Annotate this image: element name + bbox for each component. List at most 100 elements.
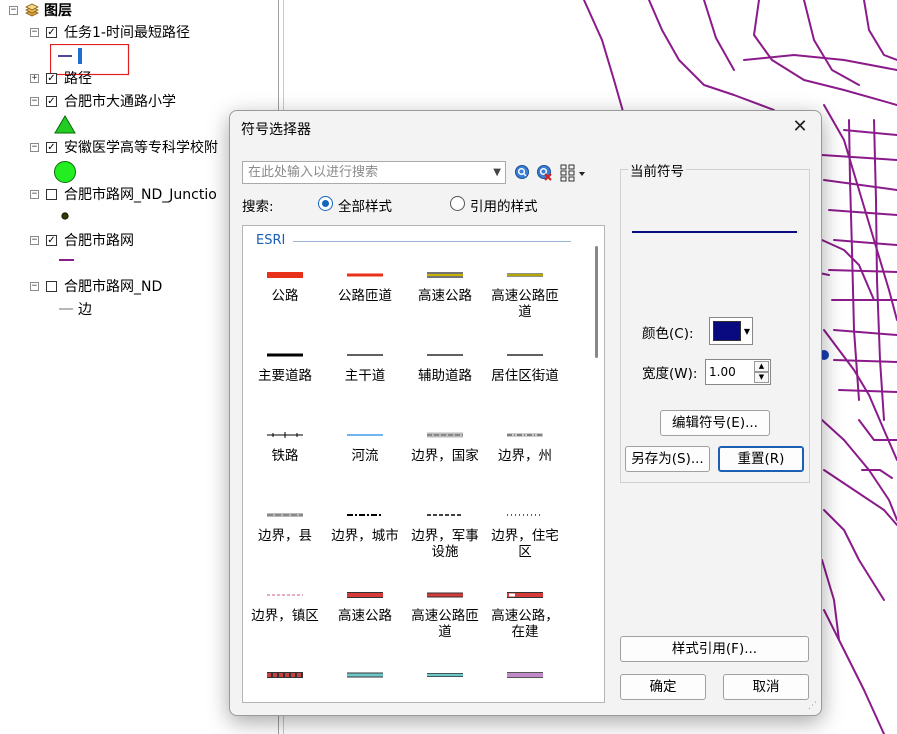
- symbol-cell[interactable]: 边界，住宅 区: [485, 482, 565, 562]
- resize-grip-icon[interactable]: ⋰: [808, 702, 818, 712]
- radio-referenced-styles[interactable]: [450, 196, 465, 211]
- collapse-icon[interactable]: −: [30, 27, 39, 37]
- width-input[interactable]: [709, 363, 749, 381]
- search-input[interactable]: [243, 162, 483, 183]
- symbol-swatch: [485, 588, 565, 598]
- symbol-cell[interactable]: 边界，县: [245, 482, 325, 562]
- collapse-icon[interactable]: −: [30, 235, 39, 245]
- symbol-cell[interactable]: 铁路: [245, 402, 325, 482]
- symbol-label: 边界，城市: [331, 528, 399, 544]
- toc-layer-shortest-route[interactable]: − ✓ 任务1-时间最短路径: [30, 22, 190, 42]
- collapse-icon[interactable]: −: [30, 96, 39, 106]
- toc-root-row[interactable]: − 图层: [9, 0, 72, 20]
- collapse-icon[interactable]: −: [30, 189, 39, 199]
- color-swatch: [713, 321, 741, 341]
- symbol-cell[interactable]: 边界，州: [485, 402, 565, 482]
- spin-down-icon[interactable]: ▼: [754, 372, 769, 383]
- radio-all-styles[interactable]: [318, 196, 333, 211]
- symbol-swatch: [405, 588, 485, 598]
- symbol-cell[interactable]: 边界，镇区: [245, 562, 325, 642]
- symbol-label: 主干道: [344, 368, 386, 384]
- layer-checkbox[interactable]: [46, 280, 57, 292]
- symbol-label: 高速公路匝 道: [411, 608, 479, 640]
- style-references-button[interactable]: 样式引用(F)...: [620, 636, 809, 662]
- symbol-cell[interactable]: 高速公路: [405, 242, 485, 322]
- collapse-icon[interactable]: −: [9, 5, 18, 15]
- layer-checkbox[interactable]: ✓: [46, 234, 57, 246]
- symbol-swatch: [485, 428, 565, 437]
- symbol-cell[interactable]: 边界，城市: [325, 482, 405, 562]
- cancel-button[interactable]: 取消: [723, 674, 809, 700]
- toc-layer-network-dataset[interactable]: − 合肥市路网_ND: [30, 276, 162, 296]
- triangle-symbol-icon: [54, 115, 76, 134]
- symbol-cell[interactable]: 高速公路匝 道: [405, 562, 485, 642]
- symbol-swatch: [325, 428, 405, 436]
- junction-point-icon: [61, 212, 69, 220]
- color-picker-button[interactable]: ▼: [709, 317, 753, 345]
- symbol-cell[interactable]: 主要道路: [245, 322, 325, 402]
- view-options-icon[interactable]: [560, 164, 586, 182]
- symbol-cell[interactable]: [405, 642, 485, 702]
- symbol-cell[interactable]: 高速公路， 在建: [485, 562, 565, 642]
- symbol-cell[interactable]: 主干道: [325, 322, 405, 402]
- symbol-label: 辅助道路: [418, 368, 472, 384]
- radio-all-styles-label[interactable]: 全部样式: [338, 195, 392, 215]
- toc-layer-road-network[interactable]: − ✓ 合肥市路网: [30, 230, 134, 250]
- expand-icon[interactable]: +: [30, 73, 39, 83]
- symbol-label: 边界，州: [498, 448, 552, 464]
- current-symbol-title: 当前符号: [628, 160, 686, 180]
- save-as-button[interactable]: 另存为(S)...: [625, 446, 710, 472]
- symbol-label: 居住区街道: [491, 368, 559, 384]
- symbol-cell[interactable]: [245, 642, 325, 702]
- arcmap-window: − 图层 − ✓ 任务1-时间最短路径 + ✓ 路径 − ✓ 合肥市大通路小学 …: [0, 0, 897, 734]
- symbol-cell[interactable]: [325, 642, 405, 702]
- symbol-gallery[interactable]: ESRI 公路 公路匝道 高速公路 高速公路匝 道主要道路 主干道 辅助道路 居住区街道 铁路…: [242, 225, 605, 703]
- layer-checkbox[interactable]: ✓: [46, 95, 57, 107]
- radio-referenced-styles-label[interactable]: 引用的样式: [470, 195, 538, 215]
- gallery-scrollbar[interactable]: [590, 226, 604, 702]
- symbol-swatch: [405, 268, 485, 278]
- layer-name: 合肥市大通路小学: [64, 94, 176, 110]
- edit-symbol-button[interactable]: 编辑符号(E)...: [660, 410, 770, 436]
- symbol-swatch: [325, 668, 405, 678]
- symbol-cell[interactable]: 公路: [245, 242, 325, 322]
- symbol-label: 高速公路: [338, 608, 392, 624]
- symbol-label: 边界，县: [258, 528, 312, 544]
- search-combobox[interactable]: ▼: [242, 161, 506, 184]
- ok-button[interactable]: 确定: [620, 674, 706, 700]
- layer-checkbox[interactable]: ✓: [46, 141, 57, 153]
- symbol-cell[interactable]: 居住区街道: [485, 322, 565, 402]
- collapse-icon[interactable]: −: [30, 142, 39, 152]
- toc-layer-medical-college[interactable]: − ✓ 安徽医学高等专科学校附: [30, 137, 218, 157]
- collapse-icon[interactable]: −: [30, 281, 39, 291]
- width-stepper[interactable]: ▲ ▼: [705, 359, 771, 385]
- layer-checkbox[interactable]: [46, 188, 57, 200]
- gallery-scrollbar-thumb[interactable]: [595, 246, 598, 358]
- layer-name: 路径: [64, 71, 92, 87]
- symbol-cell[interactable]: 边界，军事 设施: [405, 482, 485, 562]
- symbol-swatch: [325, 588, 405, 598]
- symbol-cell[interactable]: 高速公路匝 道: [485, 242, 565, 322]
- toc-layer-path[interactable]: + ✓ 路径: [30, 68, 92, 88]
- symbol-cell[interactable]: 辅助道路: [405, 322, 485, 402]
- symbol-cell[interactable]: [485, 642, 565, 702]
- clear-search-icon[interactable]: [536, 164, 554, 182]
- search-icon[interactable]: [514, 164, 532, 182]
- symbol-cell[interactable]: 高速公路: [325, 562, 405, 642]
- search-label: 搜索:: [242, 199, 274, 215]
- spin-up-icon[interactable]: ▲: [754, 361, 769, 372]
- symbol-cell[interactable]: 河流: [325, 402, 405, 482]
- chevron-down-icon[interactable]: ▼: [493, 167, 501, 178]
- symbol-cell[interactable]: 边界，国家: [405, 402, 485, 482]
- chevron-down-icon: ▼: [743, 327, 750, 336]
- layer-checkbox[interactable]: ✓: [46, 72, 57, 84]
- symbol-label: 边界，国家: [411, 448, 479, 464]
- close-icon[interactable]: ✕: [789, 117, 811, 139]
- toc-layer-junctions[interactable]: − 合肥市路网_ND_Junctio: [30, 184, 217, 204]
- toc-root-label: 图层: [44, 3, 72, 19]
- layer-checkbox[interactable]: ✓: [46, 26, 57, 38]
- toc-layer-school[interactable]: − ✓ 合肥市大通路小学: [30, 91, 176, 111]
- reset-button[interactable]: 重置(R): [718, 446, 804, 472]
- symbol-swatch: [245, 268, 325, 278]
- symbol-cell[interactable]: 公路匝道: [325, 242, 405, 322]
